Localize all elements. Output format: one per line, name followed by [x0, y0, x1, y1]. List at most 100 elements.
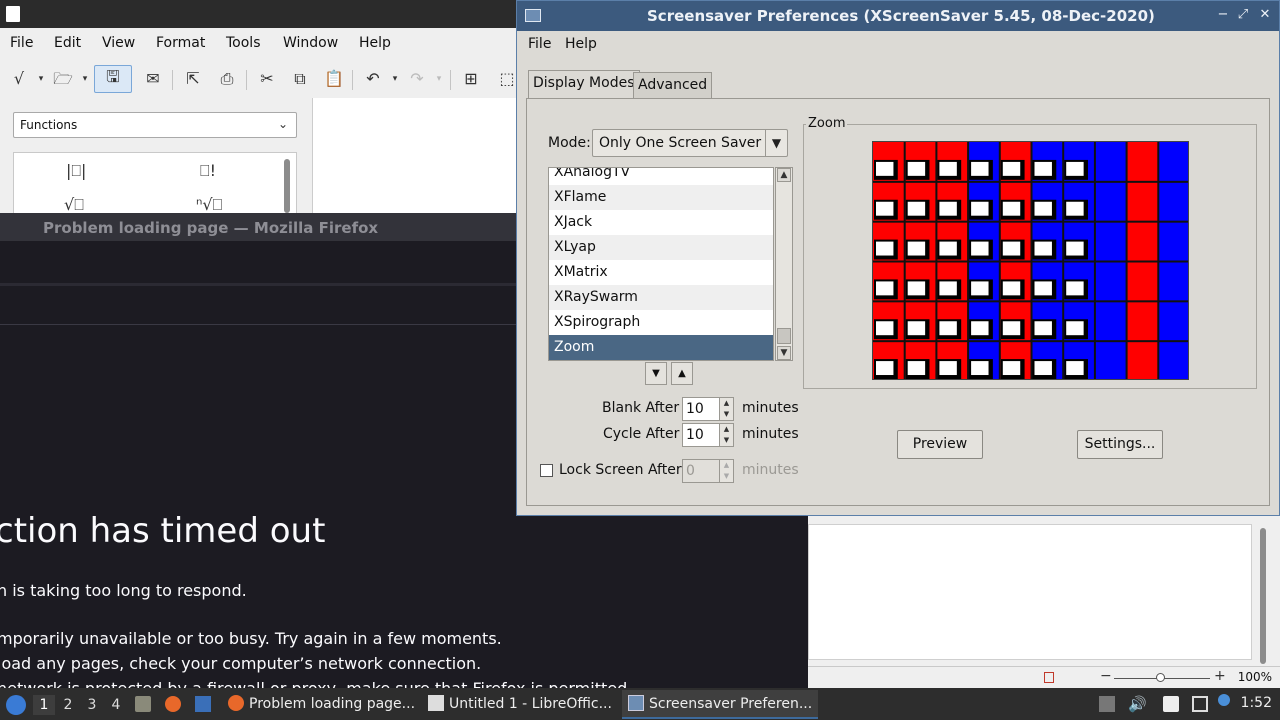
chevron-down-icon[interactable]: ▾: [428, 68, 450, 90]
tab-advanced[interactable]: Advanced: [633, 72, 713, 98]
lock-after-spinner[interactable]: 0 ▲ ▼: [682, 459, 734, 483]
preview-button[interactable]: Preview: [897, 430, 983, 459]
menu-file[interactable]: File: [10, 35, 33, 51]
export-pdf-icon[interactable]: ⇱: [182, 68, 204, 90]
elements-scrollbar[interactable]: [284, 159, 290, 213]
increment-icon[interactable]: ▲: [720, 398, 733, 409]
list-item[interactable]: XSpirograph: [549, 310, 773, 335]
decrement-icon[interactable]: ▼: [720, 409, 733, 420]
scrollbar-thumb[interactable]: [777, 328, 791, 344]
error-subtext: n is taking too long to respond.: [0, 581, 247, 600]
chevron-down-icon[interactable]: ▾: [74, 68, 96, 90]
lock-screen-label[interactable]: Lock Screen After: [559, 462, 682, 478]
preview-tile: [1126, 301, 1159, 342]
scroll-up-icon[interactable]: ▲: [777, 168, 791, 182]
undo-icon[interactable]: ↶: [362, 68, 384, 90]
lock-screen-checkbox[interactable]: [540, 464, 553, 477]
screensaver-list[interactable]: XAnalogTV XFlame XJack XLyap XMatrix XRa…: [548, 167, 774, 361]
preview-tile-window: [1034, 241, 1052, 256]
list-scrollbar[interactable]: ▲ ▼: [775, 167, 793, 361]
paste-icon[interactable]: 📋: [323, 68, 345, 90]
list-item-selected[interactable]: Zoom: [549, 335, 773, 360]
screensaver-preview: [872, 141, 1189, 380]
start-menu-icon[interactable]: [6, 695, 26, 715]
factorial-element-icon[interactable]: ⎕!: [200, 161, 216, 181]
network-icon[interactable]: [1192, 696, 1208, 712]
spinner-buttons[interactable]: ▲ ▼: [719, 398, 733, 420]
workspace-1[interactable]: 1: [33, 695, 55, 715]
task-screensaver[interactable]: Screensaver Preferen...: [622, 690, 818, 719]
zoom-in-icon[interactable]: +: [1214, 668, 1226, 684]
close-icon[interactable]: ✕: [1257, 6, 1273, 24]
menu-help[interactable]: Help: [359, 35, 391, 51]
previous-saver-button[interactable]: ▲: [671, 362, 693, 385]
menu-help[interactable]: Help: [565, 36, 597, 52]
mode-select[interactable]: Only One Screen Saver ▼: [592, 129, 788, 157]
formula-document-area[interactable]: [312, 98, 520, 218]
cycle-after-spinner[interactable]: 10 ▲ ▼: [682, 423, 734, 447]
update-notifier-icon[interactable]: [1218, 694, 1230, 706]
tab-display-modes[interactable]: Display Modes: [528, 70, 640, 99]
menu-window[interactable]: Window: [283, 35, 338, 51]
firefox-icon[interactable]: [165, 696, 181, 712]
spinner-buttons[interactable]: ▲ ▼: [719, 460, 733, 482]
decrement-icon[interactable]: ▼: [720, 471, 733, 482]
list-item[interactable]: XRaySwarm: [549, 285, 773, 310]
zoom-slider-knob[interactable]: [1156, 673, 1165, 682]
scroll-down-icon[interactable]: ▼: [777, 346, 791, 360]
export-email-icon[interactable]: ✉: [142, 68, 164, 90]
increment-icon[interactable]: ▲: [720, 424, 733, 435]
minimize-icon[interactable]: −: [1215, 6, 1231, 24]
menu-edit[interactable]: Edit: [54, 35, 81, 51]
next-saver-button[interactable]: ▼: [645, 362, 667, 385]
sqrt-element-icon[interactable]: √⎕: [64, 195, 84, 215]
print-icon[interactable]: ⎙: [216, 68, 238, 90]
selection-icon[interactable]: ⬚: [496, 68, 518, 90]
volume-icon[interactable]: 🔊: [1128, 696, 1147, 712]
redo-icon[interactable]: ↷: [406, 68, 428, 90]
preview-tile-window: [1066, 201, 1084, 216]
zoom-level[interactable]: 100%: [1238, 670, 1272, 684]
document-scrollbar[interactable]: [1260, 528, 1266, 664]
function-element-icon[interactable]: |⎕|: [66, 161, 86, 181]
menu-format[interactable]: Format: [156, 35, 205, 51]
cut-icon[interactable]: ✂: [256, 68, 278, 90]
formula-page[interactable]: [808, 524, 1252, 660]
list-item[interactable]: XJack: [549, 210, 773, 235]
open-folder-icon[interactable]: 🗁: [52, 68, 74, 90]
workspace-2[interactable]: 2: [57, 695, 79, 715]
elements-category-select[interactable]: Functions ⌄: [13, 112, 297, 138]
list-item[interactable]: XLyap: [549, 235, 773, 260]
list-item[interactable]: XMatrix: [549, 260, 773, 285]
preview-tile-window: [1066, 361, 1084, 376]
file-manager-icon[interactable]: [135, 696, 151, 712]
desktop-icon[interactable]: [195, 696, 211, 712]
workspace-3[interactable]: 3: [81, 695, 103, 715]
workspace-4[interactable]: 4: [105, 695, 127, 715]
zoom-icon[interactable]: ⊞: [460, 68, 482, 90]
copy-icon[interactable]: ⧉: [289, 68, 311, 90]
save-icon[interactable]: 🖫: [94, 65, 132, 93]
blank-after-spinner[interactable]: 10 ▲ ▼: [682, 397, 734, 421]
menu-view[interactable]: View: [102, 35, 135, 51]
menu-file[interactable]: File: [528, 36, 551, 52]
app-icon: [525, 9, 541, 22]
preview-tile-window: [1002, 321, 1021, 336]
menu-tools[interactable]: Tools: [226, 35, 261, 51]
list-item[interactable]: XAnalogTV: [549, 168, 773, 185]
increment-icon[interactable]: ▲: [720, 460, 733, 471]
list-item[interactable]: XFlame: [549, 185, 773, 210]
chevron-down-icon[interactable]: ▾: [30, 68, 52, 90]
nroot-element-icon[interactable]: ⁿ√⎕: [196, 195, 222, 215]
clipboard-icon[interactable]: [1163, 696, 1179, 712]
task-libreoffice[interactable]: Untitled 1 - LibreOffic...: [422, 690, 618, 719]
task-firefox[interactable]: Problem loading page...: [222, 690, 418, 719]
maximize-icon[interactable]: ⤢: [1235, 6, 1251, 24]
chevron-down-icon[interactable]: ▾: [384, 68, 406, 90]
spinner-buttons[interactable]: ▲ ▼: [719, 424, 733, 446]
tray-icon[interactable]: [1099, 696, 1115, 712]
settings-button[interactable]: Settings...: [1077, 430, 1163, 459]
formula-icon[interactable]: √: [8, 68, 30, 90]
decrement-icon[interactable]: ▼: [720, 435, 733, 446]
zoom-out-icon[interactable]: −: [1100, 668, 1112, 684]
